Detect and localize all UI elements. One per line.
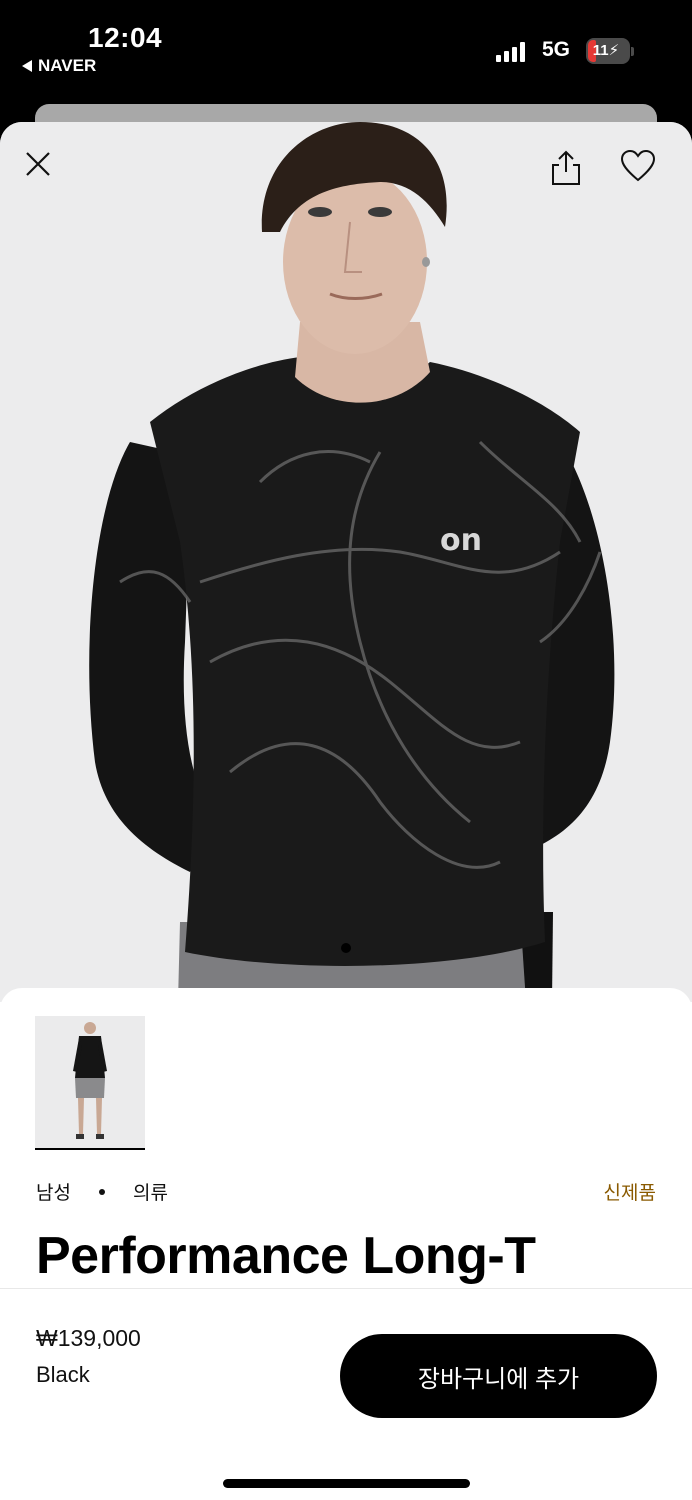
status-bar: 12:04 NAVER 5G 11⚡ <box>0 0 692 104</box>
product-thumbnail[interactable] <box>35 1016 145 1150</box>
network-label: 5G <box>542 38 571 61</box>
signal-icon <box>496 42 525 62</box>
separator-dot <box>98 1188 105 1195</box>
product-price: ₩139,000 <box>36 1325 141 1351</box>
product-sheet: on 남성 의류 신제품 Performance Long-T ₩139,000… <box>0 122 692 1500</box>
back-arrow-icon <box>22 60 32 72</box>
svg-text:on: on <box>440 523 482 558</box>
back-app-label: NAVER <box>38 56 97 75</box>
battery-icon: 11⚡ <box>586 38 630 64</box>
share-button[interactable] <box>550 150 594 194</box>
product-color: Black <box>36 1362 90 1387</box>
back-to-app-link[interactable]: NAVER <box>22 56 96 76</box>
thumbnail-photo <box>73 1022 107 1139</box>
new-product-badge: 신제품 <box>603 1183 656 1204</box>
close-button[interactable] <box>24 150 68 194</box>
product-photo: on <box>89 122 615 1002</box>
battery-level: 11 <box>592 42 609 59</box>
thumbnail-selected-indicator <box>35 1148 145 1150</box>
home-indicator <box>223 1479 470 1488</box>
breadcrumb: 남성 의류 <box>36 1178 168 1205</box>
heart-icon <box>620 150 656 182</box>
status-time: 12:04 <box>88 22 163 53</box>
share-icon <box>552 150 580 185</box>
close-icon <box>26 152 50 176</box>
add-to-cart-button[interactable]: 장바구니에 추가 <box>340 1334 657 1418</box>
favorite-button[interactable] <box>620 150 664 194</box>
purchase-bar: ₩139,000 Black 장바구니에 추가 <box>0 1288 692 1500</box>
category-type[interactable]: 의류 <box>133 1178 168 1205</box>
product-title: Performance Long-T <box>36 1227 536 1285</box>
product-hero-image[interactable]: on <box>0 122 692 1002</box>
category-gender[interactable]: 남성 <box>36 1178 71 1205</box>
